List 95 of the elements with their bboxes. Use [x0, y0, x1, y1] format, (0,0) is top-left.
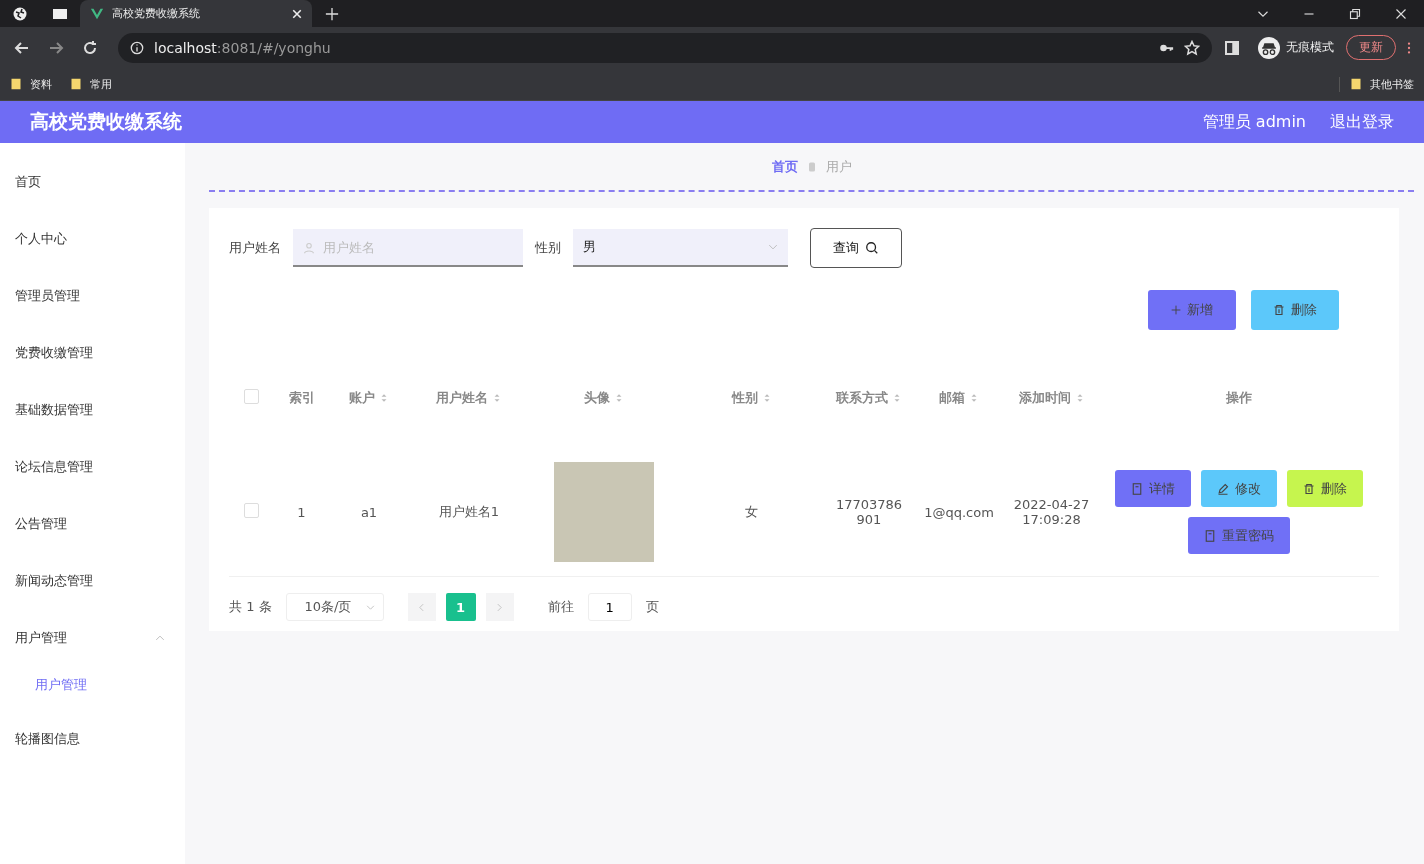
- name-input-field[interactable]: 用户姓名: [293, 229, 523, 267]
- column-header: 账户: [349, 389, 375, 407]
- user-label: 管理员 admin: [1202, 111, 1306, 133]
- side-panel-icon: [1224, 39, 1240, 56]
- app-title: 高校党费收缴系统: [30, 109, 183, 134]
- sidebar-item[interactable]: 首页: [0, 153, 185, 210]
- sidebar-item[interactable]: 管理员管理: [0, 267, 185, 324]
- bookmark[interactable]: 资料: [10, 76, 52, 92]
- column-header: 添加时间: [1018, 389, 1071, 407]
- page-suffix: 页: [645, 598, 659, 616]
- close-icon: [292, 8, 302, 19]
- breadcrumb-item[interactable]: 首页: [771, 157, 798, 176]
- trash-icon: [1303, 482, 1315, 495]
- sidebar-item[interactable]: 轮播图信息: [0, 710, 185, 767]
- table-cell: 17703786901: [835, 497, 903, 527]
- page-size-select[interactable]: 10条/页: [285, 593, 384, 621]
- plus-icon: [325, 6, 339, 21]
- info-icon: [130, 40, 144, 55]
- sort-icon[interactable]: [614, 393, 624, 403]
- column-header: 邮箱: [939, 389, 965, 407]
- folder-icon: [70, 78, 82, 90]
- prev-page-button[interactable]: [407, 593, 436, 621]
- sidebar-item[interactable]: 新闻动态管理: [0, 552, 185, 609]
- sort-icon[interactable]: [892, 393, 902, 403]
- column-header: 头像: [584, 389, 610, 407]
- search-button[interactable]: 查询: [810, 228, 902, 268]
- gender-select[interactable]: 男: [573, 229, 788, 267]
- table-cell: 1: [297, 504, 306, 520]
- globe-icon: [12, 5, 28, 22]
- breadcrumb-item: 用户: [825, 157, 852, 176]
- sidebar-label: 新闻动态管理: [15, 571, 94, 590]
- browser-tab[interactable]: 高校党费收缴系统: [80, 0, 312, 27]
- chevron-down-icon: [768, 242, 778, 252]
- close-icon: [1395, 7, 1407, 20]
- chevron-left-icon: [417, 602, 427, 612]
- total-count: 共 1 条: [229, 598, 272, 616]
- sort-icon[interactable]: [492, 393, 502, 403]
- sidebar-item[interactable]: 个人中心: [0, 210, 185, 267]
- sidebar-label: 用户管理: [15, 628, 68, 647]
- table-cell: 1@qq.com: [924, 504, 994, 520]
- sidebar-label: 基础数据管理: [15, 400, 94, 419]
- goto-page-field[interactable]: 1: [587, 593, 632, 621]
- sidebar-label: 论坛信息管理: [15, 457, 94, 476]
- select-all-checkbox[interactable]: [244, 389, 259, 404]
- column-header: 操作: [1226, 389, 1252, 407]
- column-header: 性别: [731, 389, 758, 407]
- sort-icon[interactable]: [379, 393, 389, 403]
- forward-arrow-icon: [48, 39, 64, 56]
- chevron-right-icon: [495, 602, 505, 612]
- table-cell: 女: [745, 504, 758, 519]
- folder-icon: [10, 78, 22, 90]
- profile-label: 无痕模式: [1286, 39, 1334, 56]
- plus-icon: [1171, 305, 1181, 315]
- next-page-button[interactable]: [485, 593, 514, 621]
- bookmark[interactable]: 常用: [70, 76, 112, 92]
- sidebar-label: 公告管理: [15, 514, 68, 533]
- column-header: 用户姓名: [436, 389, 488, 407]
- back-arrow-icon: [14, 39, 30, 56]
- column-header: 联系方式: [836, 389, 888, 407]
- search-icon: [865, 241, 879, 255]
- restore-icon: [1349, 7, 1361, 20]
- sidebar-label: 首页: [15, 172, 42, 191]
- star-icon: [1184, 39, 1200, 56]
- sidebar-item[interactable]: 公告管理: [0, 495, 185, 552]
- column-header: 索引: [288, 389, 315, 407]
- address-bar[interactable]: localhost:8081/#/yonghu: [118, 32, 1212, 63]
- goto-label: 前往: [547, 598, 574, 616]
- document-icon: [1204, 529, 1216, 542]
- sidebar-item[interactable]: 论坛信息管理: [0, 438, 185, 495]
- other-bookmarks[interactable]: 其他书签: [1339, 76, 1414, 92]
- sidebar-label: 个人中心: [15, 229, 68, 248]
- sidebar-label: 轮播图信息: [15, 729, 81, 748]
- table-cell: 用户姓名1: [438, 504, 500, 519]
- trash-icon: [1273, 304, 1285, 316]
- field-label: 性别: [535, 239, 561, 257]
- v-logo-icon: [90, 6, 104, 21]
- table-cell: 2022-04-27 17:09:28: [1013, 497, 1090, 527]
- sidebar-item[interactable]: 党费收缴管理: [0, 324, 185, 381]
- reload-icon: [82, 39, 98, 56]
- folder-icon: [1350, 78, 1362, 90]
- sidebar-label: 党费收缴管理: [15, 343, 94, 362]
- sidebar-label: 管理员管理: [15, 286, 81, 305]
- pencil-icon: [1217, 482, 1229, 495]
- document-icon: [1131, 482, 1143, 495]
- sort-icon[interactable]: [969, 393, 979, 403]
- delete-button[interactable]: 删除: [1287, 470, 1363, 507]
- field-label: 用户姓名: [229, 239, 281, 257]
- sidebar-item[interactable]: 基础数据管理: [0, 381, 185, 438]
- row-checkbox[interactable]: [244, 503, 259, 518]
- chevron-down-icon: [365, 602, 375, 612]
- table-cell: a1: [360, 504, 378, 520]
- logout-link[interactable]: 退出登录: [1330, 111, 1394, 133]
- edit-button[interactable]: 修改: [1201, 470, 1277, 507]
- incognito-icon: [1258, 36, 1280, 59]
- delete-button[interactable]: 删除: [1251, 290, 1339, 330]
